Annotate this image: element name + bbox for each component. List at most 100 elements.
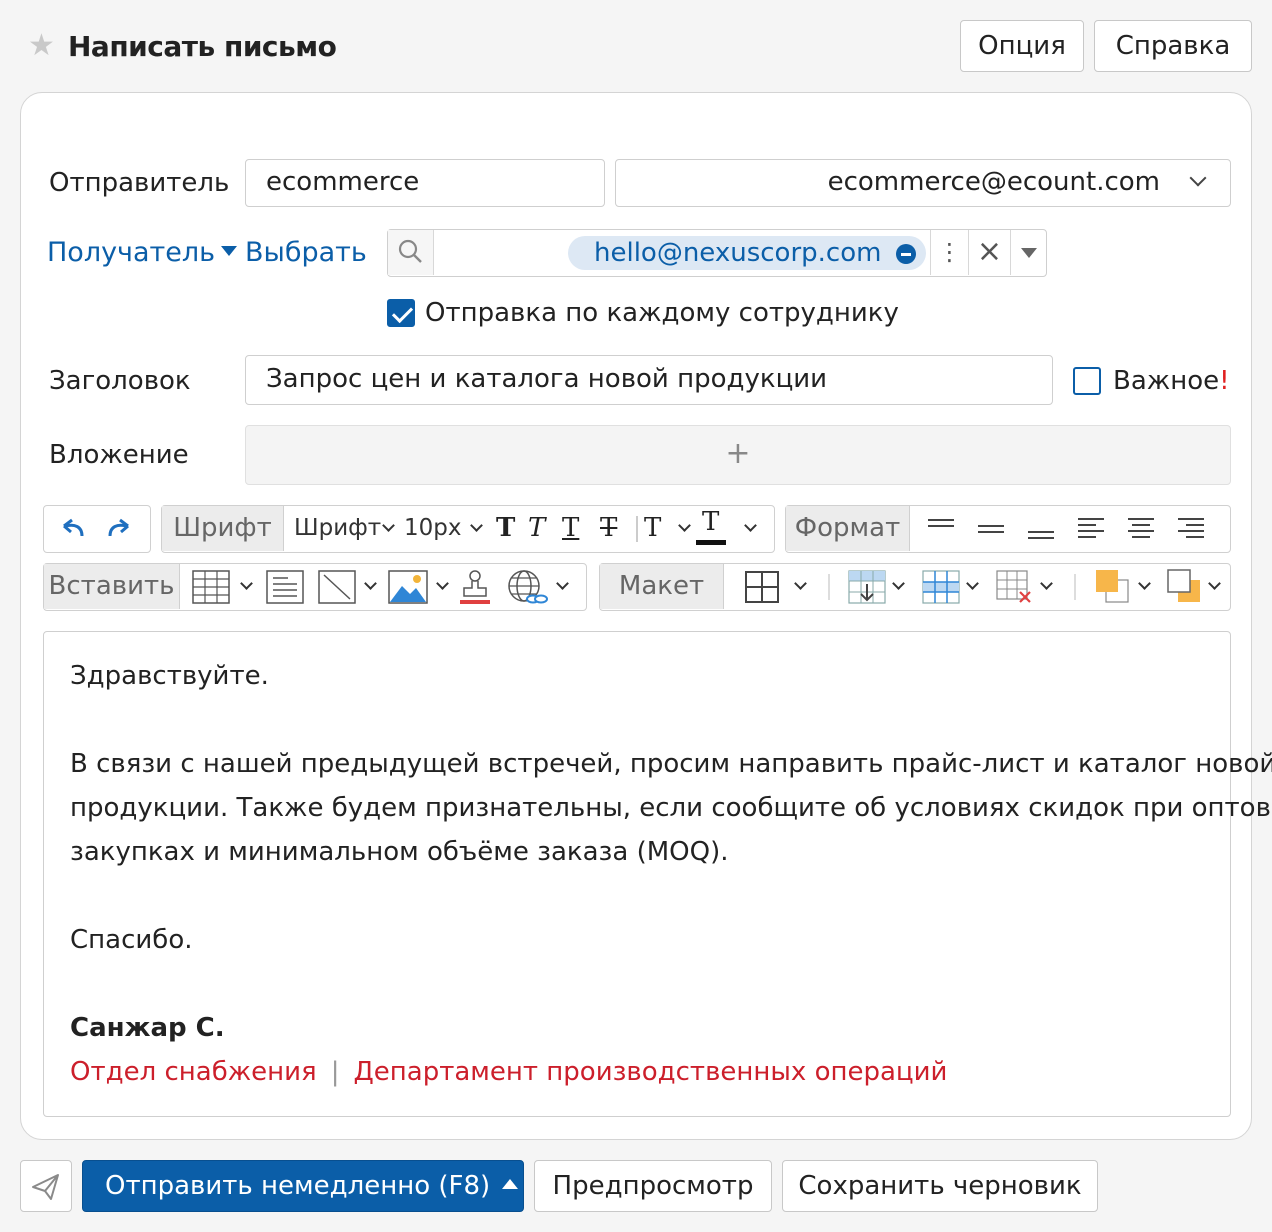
recipient-input[interactable]: hello@nexuscorp.com ⋮ × xyxy=(387,229,1047,277)
toolbar-divider xyxy=(828,574,830,600)
add-attachment-icon: + xyxy=(725,436,751,471)
insert-row-icon[interactable] xyxy=(848,570,886,604)
table-icon[interactable] xyxy=(192,570,230,604)
chevron-down-icon xyxy=(892,577,905,590)
font-toolbar: Шрифт Шрифт 10px T T T T T T xyxy=(161,505,775,553)
more-options-icon[interactable]: ⋮ xyxy=(930,230,968,275)
signature-departments: Отдел снабжения | Департамент производстве… xyxy=(70,1050,947,1094)
subject-label: Заголовок xyxy=(49,366,191,396)
important-checkbox[interactable] xyxy=(1073,367,1101,395)
font-group-label: Шрифт xyxy=(162,506,284,551)
compose-form: Отправитель ecommerce ecommerce@ecount.c… xyxy=(20,92,1272,1140)
send-each-label: Отправка по каждому сотруднику xyxy=(425,298,899,328)
send-options-button[interactable] xyxy=(20,1160,72,1212)
font-size-select[interactable]: 10px xyxy=(404,506,461,551)
image-icon[interactable] xyxy=(388,570,428,604)
line-icon[interactable] xyxy=(318,570,356,604)
font-color-bar xyxy=(696,540,726,545)
signature-name: Санжар С. xyxy=(70,1013,225,1043)
attachment-dropzone[interactable]: + xyxy=(245,425,1231,485)
web-link-icon[interactable] xyxy=(506,568,548,606)
chevron-down-icon xyxy=(1208,577,1221,590)
caret-down-icon xyxy=(221,245,238,256)
star-icon[interactable]: ★ xyxy=(28,30,55,62)
grid-layout-icon[interactable] xyxy=(744,570,780,604)
body-greeting: Здравствуйте. xyxy=(70,661,269,691)
font-color-icon[interactable]: T xyxy=(702,500,719,545)
top-bar: ★ Написать письмо Опция Справка xyxy=(0,0,1272,92)
recipient-label: Получатель xyxy=(47,237,216,268)
insert-toolbar: Вставить xyxy=(43,563,587,611)
body-paragraph-line-2: продукции. Также будем признательны, есл… xyxy=(70,793,1272,823)
text-block-icon[interactable] xyxy=(266,570,304,604)
send-now-button[interactable]: Отправить немедленно (F8) xyxy=(82,1160,524,1212)
chevron-down-icon xyxy=(744,519,757,532)
recipient-chip-email: hello@nexuscorp.com xyxy=(594,238,882,268)
text-style-icon[interactable]: T xyxy=(644,506,661,551)
recipient-dropdown-icon[interactable] xyxy=(1010,230,1046,275)
strikethrough-icon[interactable]: T xyxy=(600,506,617,551)
preview-button[interactable]: Предпросмотр xyxy=(534,1160,772,1212)
attachment-label: Вложение xyxy=(49,440,189,470)
layout-group-label: Макет xyxy=(600,564,724,609)
important-text: Важное xyxy=(1113,366,1220,396)
subject-input[interactable]: Запрос цен и каталога новой продукции xyxy=(245,355,1053,405)
italic-icon[interactable]: T xyxy=(528,506,545,551)
save-draft-button[interactable]: Сохранить черновик xyxy=(782,1160,1098,1212)
paper-plane-icon xyxy=(32,1174,59,1200)
chevron-down-icon xyxy=(966,577,979,590)
line-spacing-top-icon[interactable] xyxy=(926,516,956,540)
recipient-chip[interactable]: hello@nexuscorp.com xyxy=(568,236,926,270)
chevron-down-icon xyxy=(794,577,807,590)
chevron-down-icon xyxy=(470,519,483,532)
recipient-dropdown[interactable]: Получатель xyxy=(47,237,238,269)
body-thanks: Спасибо. xyxy=(70,925,193,955)
history-toolbar xyxy=(43,505,151,553)
chevron-down-icon xyxy=(436,577,449,590)
line-spacing-middle-icon[interactable] xyxy=(976,516,1006,540)
cell-fill-icon[interactable] xyxy=(1094,568,1132,604)
chevron-down-icon xyxy=(678,519,691,532)
send-now-label: Отправить немедленно (F8) xyxy=(105,1171,491,1201)
stamp-icon[interactable] xyxy=(456,568,494,606)
redo-icon[interactable] xyxy=(104,516,132,542)
help-button[interactable]: Справка xyxy=(1094,20,1252,72)
page-title: Написать письмо xyxy=(68,30,337,63)
chevron-down-icon xyxy=(382,519,395,532)
clear-icon[interactable]: × xyxy=(968,230,1010,275)
format-toolbar: Формат xyxy=(785,505,1231,553)
select-recipient-link[interactable]: Выбрать xyxy=(245,237,367,269)
search-icon xyxy=(398,239,422,263)
chevron-down-icon xyxy=(556,577,569,590)
chevron-down-icon xyxy=(1189,169,1207,187)
caret-up-icon[interactable] xyxy=(502,1178,519,1189)
align-left-icon[interactable] xyxy=(1076,516,1106,542)
delete-table-icon[interactable] xyxy=(996,570,1034,604)
chevron-down-icon xyxy=(364,577,377,590)
chevron-down-icon xyxy=(1040,577,1053,590)
layout-toolbar: Макет xyxy=(599,563,1231,611)
line-spacing-bottom-icon[interactable] xyxy=(1026,516,1056,540)
sender-email-value: ecommerce@ecount.com xyxy=(827,167,1160,197)
align-right-icon[interactable] xyxy=(1176,516,1206,542)
remove-circle-icon[interactable] xyxy=(896,244,916,264)
chevron-down-icon xyxy=(240,577,253,590)
sender-email-select[interactable]: ecommerce@ecount.com xyxy=(615,159,1231,207)
option-button[interactable]: Опция xyxy=(960,20,1084,72)
undo-icon[interactable] xyxy=(60,516,88,542)
font-family-select[interactable]: Шрифт xyxy=(294,506,381,551)
search-button[interactable] xyxy=(388,230,434,275)
message-editor[interactable]: Здравствуйте. В связи с нашей предыдущей… xyxy=(43,631,1272,1117)
important-label: Важное! xyxy=(1113,365,1230,397)
underline-icon[interactable]: T xyxy=(562,506,579,551)
toolbar-divider xyxy=(636,516,638,542)
toolbar-divider xyxy=(1074,574,1076,600)
insert-column-icon[interactable] xyxy=(922,570,960,604)
sender-name-input[interactable]: ecommerce xyxy=(245,159,605,207)
insert-group-label: Вставить xyxy=(44,564,180,609)
align-center-icon[interactable] xyxy=(1126,516,1156,542)
bold-icon[interactable]: T xyxy=(496,506,515,551)
cell-border-icon[interactable] xyxy=(1166,568,1204,604)
send-each-checkbox[interactable] xyxy=(387,299,415,327)
important-mark: ! xyxy=(1219,366,1230,396)
